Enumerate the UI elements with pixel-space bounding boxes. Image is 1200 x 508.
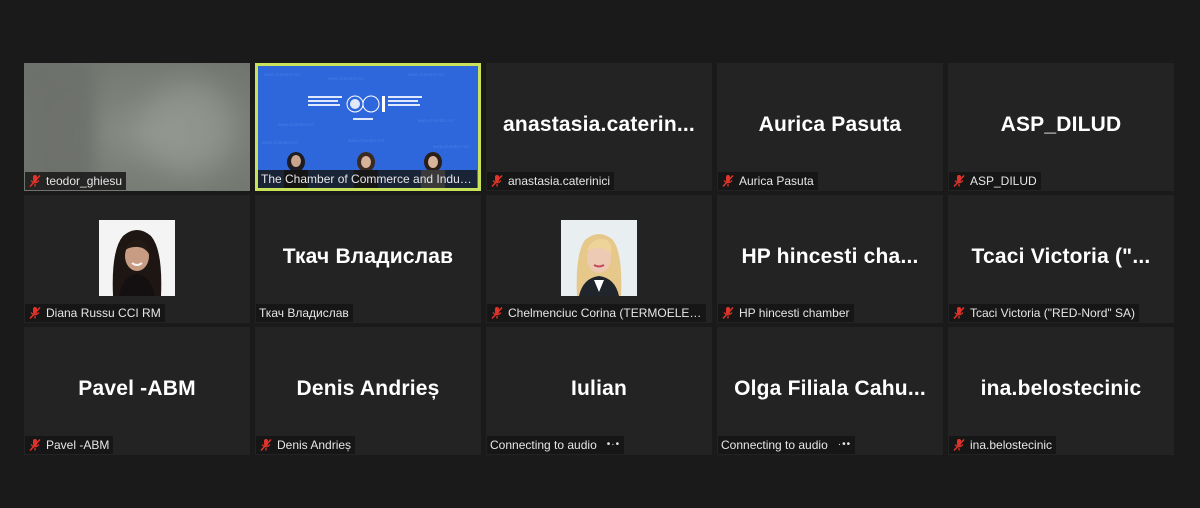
participant-name: Tcaci Victoria ("RED-Nord" SA) [970,306,1135,320]
participant-name: The Chamber of Commerce and Industr... [261,172,473,186]
participant-tile[interactable]: teodor_ghiesu [24,63,250,191]
participant-label: Tcaci Victoria ("RED-Nord" SA) [949,304,1139,322]
muted-mic-icon [952,306,966,320]
svg-text:www.chamber.md: www.chamber.md [433,144,469,149]
participant-label: HP hincesti chamber [718,304,854,322]
muted-mic-icon [490,174,504,188]
participant-tile[interactable]: ina.belostecinic ina.belostecinic [948,327,1174,455]
participant-tile[interactable]: Ткач Владислав Ткач Владислав [255,195,481,323]
participant-display-name: Olga Filiala Cahu... [734,377,926,400]
participant-label: ina.belostecinic [949,436,1057,454]
participant-tile[interactable]: Pavel -ABM Pavel -ABM [24,327,250,455]
participant-name: ina.belostecinic [970,438,1053,452]
svg-text:www.chamber.md: www.chamber.md [264,72,300,77]
participant-name: Pavel -ABM [46,438,110,452]
participant-name: Ткач Владислав [259,306,349,320]
svg-text:www.chamber.md: www.chamber.md [408,72,444,77]
muted-mic-icon [28,174,42,188]
muted-mic-icon [721,174,735,188]
participant-display-name: ina.belostecinic [980,377,1142,400]
svg-text:www.chamber.md: www.chamber.md [418,118,454,123]
participant-tile[interactable]: Olga Filiala Cahu... Connecting to audio… [717,327,943,455]
participant-display-name: Aurica Pasuta [758,113,902,136]
muted-mic-icon [952,438,966,452]
participant-name: Aurica Pasuta [739,174,814,188]
participant-tile[interactable]: HP hincesti cha... HP hincesti chamber [717,195,943,323]
participant-tile[interactable]: Aurica Pasuta Aurica Pasuta [717,63,943,191]
participant-label: teodor_ghiesu [25,172,127,190]
connecting-audio-status: Connecting to audio [490,438,597,452]
participant-label: Pavel -ABM [25,436,114,454]
participant-display-name: Tcaci Victoria ("... [971,245,1151,268]
video-grid: teodor_ghiesu www.chamber.md www.chamber.… [24,63,1174,455]
participant-label: Ткач Владислав [256,304,353,322]
participant-label: Denis Andrieș [256,436,356,454]
participant-label: Connecting to audio ·•• [718,436,856,454]
participant-label: anastasia.caterinici [487,172,615,190]
muted-mic-icon [490,306,504,320]
participant-display-name: ASP_DILUD [1000,113,1122,136]
participant-name: Diana Russu CCI RM [46,306,161,320]
participant-display-name: Iulian [570,377,628,400]
participant-profile-photo [99,220,175,296]
participant-tile[interactable]: anastasia.caterin... anastasia.caterinic… [486,63,712,191]
svg-text:www.chamber.md: www.chamber.md [262,140,298,145]
loading-dots-icon: •·• [606,439,621,450]
participant-label: ASP_DILUD [949,172,1041,190]
muted-mic-icon [28,438,42,452]
participant-tile[interactable]: Tcaci Victoria ("... Tcaci Victoria ("RE… [948,195,1174,323]
participant-display-name: Pavel -ABM [78,377,196,400]
loading-dots-icon: ·•• [837,439,852,450]
muted-mic-icon [259,438,273,452]
participant-tile[interactable]: Iulian Connecting to audio •·• [486,327,712,455]
muted-mic-icon [952,174,966,188]
participant-label: The Chamber of Commerce and Industr... [258,170,477,188]
participant-tile[interactable]: Diana Russu CCI RM [24,195,250,323]
participant-tile[interactable]: Chelmenciuc Corina (TERMOELECTRI... [486,195,712,323]
participant-profile-photo [561,220,637,296]
participant-label: Aurica Pasuta [718,172,818,190]
participant-display-name: HP hincesti cha... [741,245,919,268]
svg-text:www.chamber.md: www.chamber.md [348,138,384,143]
participant-name: Chelmenciuc Corina (TERMOELECTRI... [508,306,702,320]
participant-name: teodor_ghiesu [46,174,123,188]
participant-name: Denis Andrieș [277,438,352,452]
participant-name: anastasia.caterinici [508,174,611,188]
participant-name: ASP_DILUD [970,174,1037,188]
participant-display-name: Denis Andrieș [296,377,440,400]
participant-label: Diana Russu CCI RM [25,304,165,322]
participant-tile-active-speaker[interactable]: www.chamber.md www.chamber.md www.chamber.… [255,63,481,191]
connecting-audio-status: Connecting to audio [721,438,828,452]
participant-label: Connecting to audio •·• [487,436,625,454]
participant-display-name: Ткач Владислав [282,245,454,268]
participant-tile[interactable]: ASP_DILUD ASP_DILUD [948,63,1174,191]
participant-label: Chelmenciuc Corina (TERMOELECTRI... [487,304,706,322]
muted-mic-icon [28,306,42,320]
participant-display-name: anastasia.caterin... [503,113,695,136]
participant-tile[interactable]: Denis Andrieș Denis Andrieș [255,327,481,455]
participant-name: HP hincesti chamber [739,306,850,320]
svg-text:www.chamber.md: www.chamber.md [278,122,314,127]
svg-text:www.chamber.md: www.chamber.md [328,76,364,81]
muted-mic-icon [721,306,735,320]
